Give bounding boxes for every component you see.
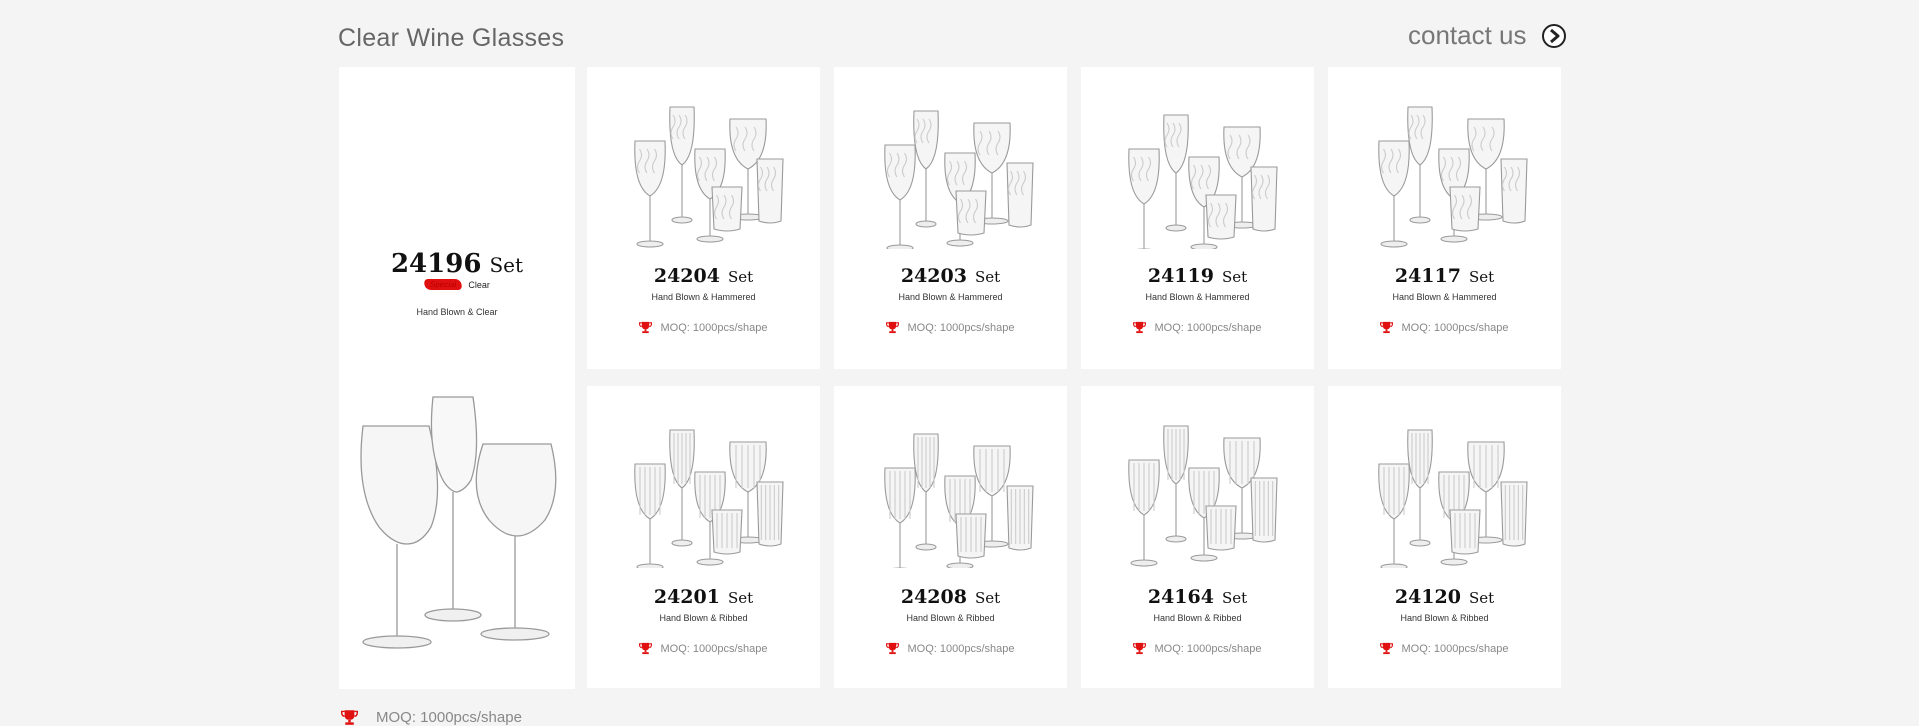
- product-code-line: 24208 Set: [834, 586, 1067, 608]
- trophy-icon: [639, 642, 653, 655]
- set-label: Set: [489, 253, 524, 277]
- product-image[interactable]: [864, 408, 1039, 568]
- moq-text: MOQ: 1000pcs/shape: [660, 642, 768, 655]
- badge-row: Special Clear: [339, 279, 575, 290]
- product-code-line: 24119 Set: [1081, 265, 1314, 287]
- product-card[interactable]: 24164 Set Hand Blown & Ribbed MOQ: 1000pcs/…: [1081, 386, 1314, 688]
- trophy-icon: [886, 642, 900, 655]
- moq-row: MOQ: 1000pcs/shape: [1328, 321, 1561, 334]
- product-image[interactable]: [1111, 408, 1286, 568]
- product-code: 24120: [1394, 586, 1461, 608]
- product-card[interactable]: 24120 Set Hand Blown & Ribbed MOQ: 1000pcs/…: [1328, 386, 1561, 688]
- moq-text: MOQ: 1000pcs/shape: [660, 321, 768, 334]
- product-description: Hand Blown & Clear: [416, 307, 498, 317]
- moq-text: MOQ: 1000pcs/shape: [907, 321, 1015, 334]
- moq-row: MOQ: 1000pcs/shape: [834, 642, 1067, 655]
- product-code: 24117: [1394, 265, 1461, 287]
- trophy-icon: [341, 710, 358, 725]
- trophy-icon: [1133, 321, 1147, 334]
- set-label: Set: [727, 589, 754, 607]
- product-code: 24203: [900, 265, 967, 287]
- moq-text: MOQ: 1000pcs/shape: [1401, 321, 1509, 334]
- moq-row: MOQ: 1000pcs/shape: [587, 642, 820, 655]
- moq-row: MOQ: 1000pcs/shape: [1328, 642, 1561, 655]
- product-card[interactable]: 24119 Set Hand Blown & Hammered MOQ: 1000pc…: [1081, 67, 1314, 369]
- product-card[interactable]: 24201 Set Hand Blown & Ribbed MOQ: 1000pcs/…: [587, 386, 820, 688]
- arrow-right-circle-icon[interactable]: [1541, 23, 1567, 49]
- product-code-line: 24164 Set: [1081, 586, 1314, 608]
- product-code: 24119: [1147, 265, 1214, 287]
- moq-row: MOQ: 1000pcs/shape: [834, 321, 1067, 334]
- product-description: Hand Blown & Ribbed: [1153, 613, 1242, 623]
- contact-us-link[interactable]: contact us: [1408, 20, 1567, 51]
- moq-text: MOQ: 1000pcs/shape: [1401, 642, 1509, 655]
- page-title: Clear Wine Glasses: [338, 24, 565, 52]
- product-image[interactable]: [617, 89, 792, 249]
- moq-text: MOQ: 1000pcs/shape: [907, 642, 1015, 655]
- product-description: Hand Blown & Hammered: [1392, 292, 1497, 302]
- product-card[interactable]: 24208 Set Hand Blown & Ribbed MOQ: 1000pcs/…: [834, 386, 1067, 688]
- product-description: Hand Blown & Ribbed: [659, 613, 748, 623]
- set-label: Set: [1468, 268, 1495, 286]
- set-label: Set: [1221, 268, 1248, 286]
- trophy-icon: [639, 321, 653, 334]
- product-code-line: 24117 Set: [1328, 265, 1561, 287]
- product-code: 24204: [653, 265, 720, 287]
- trophy-icon: [1380, 642, 1394, 655]
- product-code-line: 24204 Set: [587, 265, 820, 287]
- product-card[interactable]: 24117 Set Hand Blown & Hammered MOQ: 1000pc…: [1328, 67, 1561, 369]
- product-code-line: 24196 Set: [339, 249, 575, 279]
- set-label: Set: [727, 268, 754, 286]
- moq-text: MOQ: 1000pcs/shape: [376, 709, 522, 726]
- product-image[interactable]: [1358, 408, 1533, 568]
- product-code: 24164: [1147, 586, 1214, 608]
- product-description: Hand Blown & Hammered: [1145, 292, 1250, 302]
- product-image[interactable]: [1358, 89, 1533, 249]
- product-card[interactable]: 24204 Set Hand Blown & Hammered MOQ: 1000pc…: [587, 67, 820, 369]
- set-label: Set: [1468, 589, 1495, 607]
- product-description: Hand Blown & Ribbed: [1400, 613, 1489, 623]
- moq-row: MOQ: 1000pcs/shape: [587, 321, 820, 334]
- product-image[interactable]: [1111, 89, 1286, 249]
- product-code: 24208: [900, 586, 967, 608]
- moq-row: MOQ: 1000pcs/shape: [1081, 642, 1314, 655]
- featured-product-card[interactable]: 24196 Set Special Clear Hand Blown & Clea…: [339, 67, 575, 726]
- badge-suffix: Clear: [468, 279, 490, 290]
- moq-text: MOQ: 1000pcs/shape: [1154, 321, 1262, 334]
- trophy-icon: [1133, 642, 1147, 655]
- moq-row: MOQ: 1000pcs/shape: [341, 709, 577, 726]
- product-image[interactable]: [617, 408, 792, 568]
- set-label: Set: [974, 589, 1001, 607]
- moq-row: MOQ: 1000pcs/shape: [1081, 321, 1314, 334]
- product-description: Hand Blown & Hammered: [651, 292, 756, 302]
- trophy-icon: [1380, 321, 1394, 334]
- set-label: Set: [1221, 589, 1248, 607]
- product-description: Hand Blown & Hammered: [898, 292, 1003, 302]
- product-code-line: 24201 Set: [587, 586, 820, 608]
- product-code-line: 24203 Set: [834, 265, 1067, 287]
- trophy-icon: [886, 321, 900, 334]
- product-image[interactable]: [349, 322, 569, 652]
- product-image[interactable]: [864, 89, 1039, 249]
- product-code-line: 24120 Set: [1328, 586, 1561, 608]
- contact-us-label: contact us: [1408, 20, 1527, 50]
- product-description: Hand Blown & Ribbed: [906, 613, 995, 623]
- special-badge: Special: [423, 279, 464, 290]
- product-card[interactable]: 24203 Set Hand Blown & Hammered MOQ: 1000pc…: [834, 67, 1067, 369]
- product-code: 24196: [390, 249, 482, 279]
- product-code: 24201: [653, 586, 720, 608]
- set-label: Set: [974, 268, 1001, 286]
- moq-text: MOQ: 1000pcs/shape: [1154, 642, 1262, 655]
